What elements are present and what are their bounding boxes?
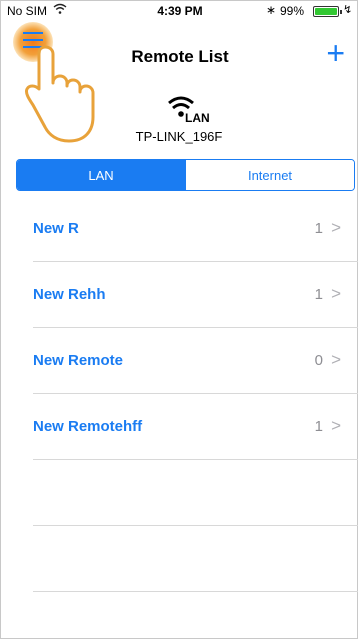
app-frame: No SIM 4:39 PM ∗ 99% ↯ Remote List + LAN…: [0, 0, 358, 639]
charging-icon: ↯: [343, 4, 353, 16]
chevron-right-icon: >: [331, 416, 341, 435]
chevron-right-icon: >: [331, 218, 341, 237]
remote-list: New R 1 > New Rehh 1 > New Remote 0 > Ne…: [1, 196, 358, 592]
remote-name: New Rehh: [33, 286, 106, 303]
remote-count: 0: [314, 352, 323, 369]
tab-lan[interactable]: LAN: [17, 160, 185, 190]
empty-row: [33, 526, 358, 592]
remote-count: 1: [314, 418, 323, 435]
network-name: TP-LINK_196F: [135, 129, 223, 144]
battery-percentage: 99%: [280, 4, 305, 18]
connection-segmented-control: LAN Internet: [16, 159, 355, 191]
empty-row: [33, 460, 358, 526]
chevron-right-icon: >: [331, 350, 341, 369]
remote-count: 1: [314, 220, 323, 237]
remote-name: New R: [33, 220, 79, 237]
list-item[interactable]: New Rehh 1 >: [33, 262, 358, 328]
remote-name: New Remote: [33, 352, 124, 369]
list-item[interactable]: New R 1 >: [33, 196, 358, 262]
status-bar: No SIM 4:39 PM ∗ 99% ↯: [1, 1, 358, 21]
bluetooth-icon: ∗: [266, 3, 277, 17]
list-item[interactable]: New Remotehff 1 >: [33, 394, 358, 460]
status-time: 4:39 PM: [157, 4, 203, 18]
add-icon[interactable]: +: [326, 37, 345, 69]
remote-name: New Remotehff: [33, 418, 143, 435]
remote-count: 1: [314, 286, 323, 303]
list-item[interactable]: New Remote 0 >: [33, 328, 358, 394]
tab-internet[interactable]: Internet: [185, 160, 354, 190]
battery-icon: [313, 6, 342, 17]
chevron-right-icon: >: [331, 284, 341, 303]
network-type-label: LAN: [185, 111, 210, 125]
